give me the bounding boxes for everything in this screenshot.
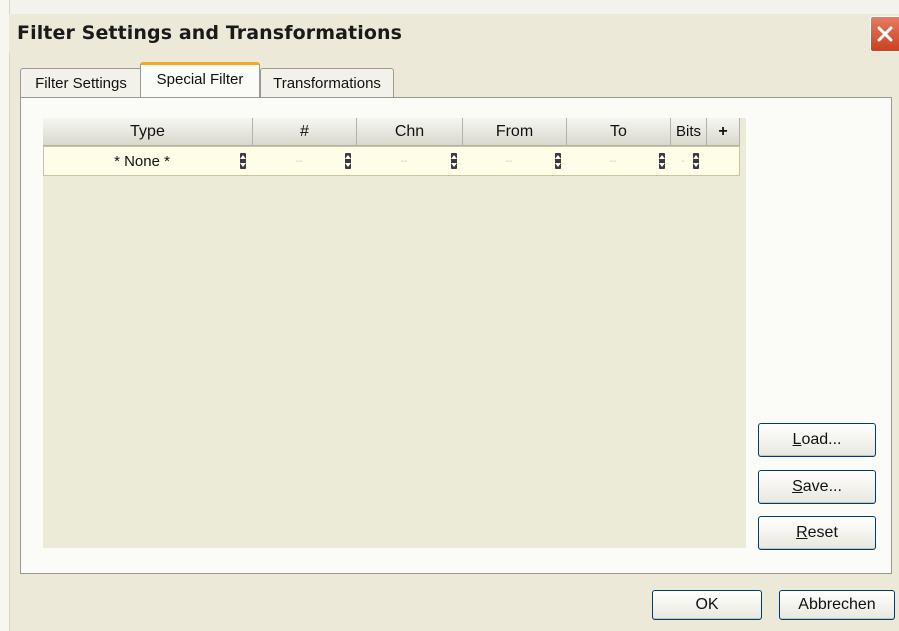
- type-value: * None *: [114, 152, 170, 170]
- bits-value: -: [681, 155, 685, 167]
- grid-header: Type # Chn From To Bits +: [43, 118, 740, 146]
- spinner-icon[interactable]: [451, 153, 457, 169]
- column-header-number[interactable]: #: [253, 118, 357, 146]
- tab-label: Special Filter: [156, 71, 244, 88]
- table-row[interactable]: * None * -- -- -- -- -: [43, 146, 740, 176]
- to-cell[interactable]: --: [568, 147, 658, 175]
- window-title: Filter Settings and Transformations: [17, 22, 403, 44]
- tab-filter-settings[interactable]: Filter Settings: [20, 68, 142, 97]
- type-cell[interactable]: * None *: [44, 147, 240, 175]
- save-button[interactable]: Save...: [758, 470, 876, 504]
- bits-cell[interactable]: -: [672, 147, 694, 175]
- chn-cell[interactable]: --: [358, 147, 450, 175]
- special-filter-panel: Type # Chn From To Bits + * None * -- --…: [20, 97, 892, 574]
- column-header-type[interactable]: Type: [43, 118, 253, 146]
- filter-grid[interactable]: Type # Chn From To Bits + * None * -- --…: [43, 118, 746, 548]
- chn-value: --: [400, 155, 408, 167]
- from-value: --: [505, 155, 513, 167]
- close-icon: [877, 26, 893, 42]
- close-button[interactable]: [870, 16, 899, 52]
- to-value: --: [609, 155, 617, 167]
- column-header-chn[interactable]: Chn: [357, 118, 463, 146]
- spinner-icon[interactable]: [345, 153, 351, 169]
- tab-transformations[interactable]: Transformations: [260, 68, 394, 97]
- number-cell[interactable]: --: [254, 147, 344, 175]
- reset-mnemonic: R: [796, 524, 808, 541]
- save-label: ave...: [802, 478, 842, 495]
- column-header-to[interactable]: To: [567, 118, 671, 146]
- tab-label: Transformations: [273, 74, 381, 92]
- cancel-button[interactable]: Abbrechen: [779, 590, 895, 620]
- column-header-from[interactable]: From: [463, 118, 567, 146]
- spinner-icon[interactable]: [240, 153, 246, 169]
- save-mnemonic: S: [792, 478, 803, 495]
- column-header-bits[interactable]: Bits: [671, 118, 707, 146]
- add-column-button[interactable]: +: [707, 118, 740, 146]
- window-frame-left: [0, 0, 10, 631]
- tab-label: Filter Settings: [35, 74, 127, 92]
- title-bar[interactable]: Filter Settings and Transformations: [9, 14, 899, 52]
- reset-button[interactable]: Reset: [758, 516, 876, 550]
- number-value: --: [295, 155, 303, 167]
- ok-button[interactable]: OK: [652, 590, 762, 620]
- spinner-icon[interactable]: [693, 153, 699, 169]
- tab-special-filter[interactable]: Special Filter: [140, 62, 260, 97]
- spinner-icon[interactable]: [659, 153, 665, 169]
- load-label: oad...: [801, 431, 842, 448]
- reset-label: eset: [807, 524, 838, 541]
- from-cell[interactable]: --: [464, 147, 554, 175]
- window-frame-top: [0, 0, 899, 14]
- load-button[interactable]: Load...: [758, 423, 876, 457]
- load-mnemonic: L: [792, 431, 802, 448]
- spinner-icon[interactable]: [555, 153, 561, 169]
